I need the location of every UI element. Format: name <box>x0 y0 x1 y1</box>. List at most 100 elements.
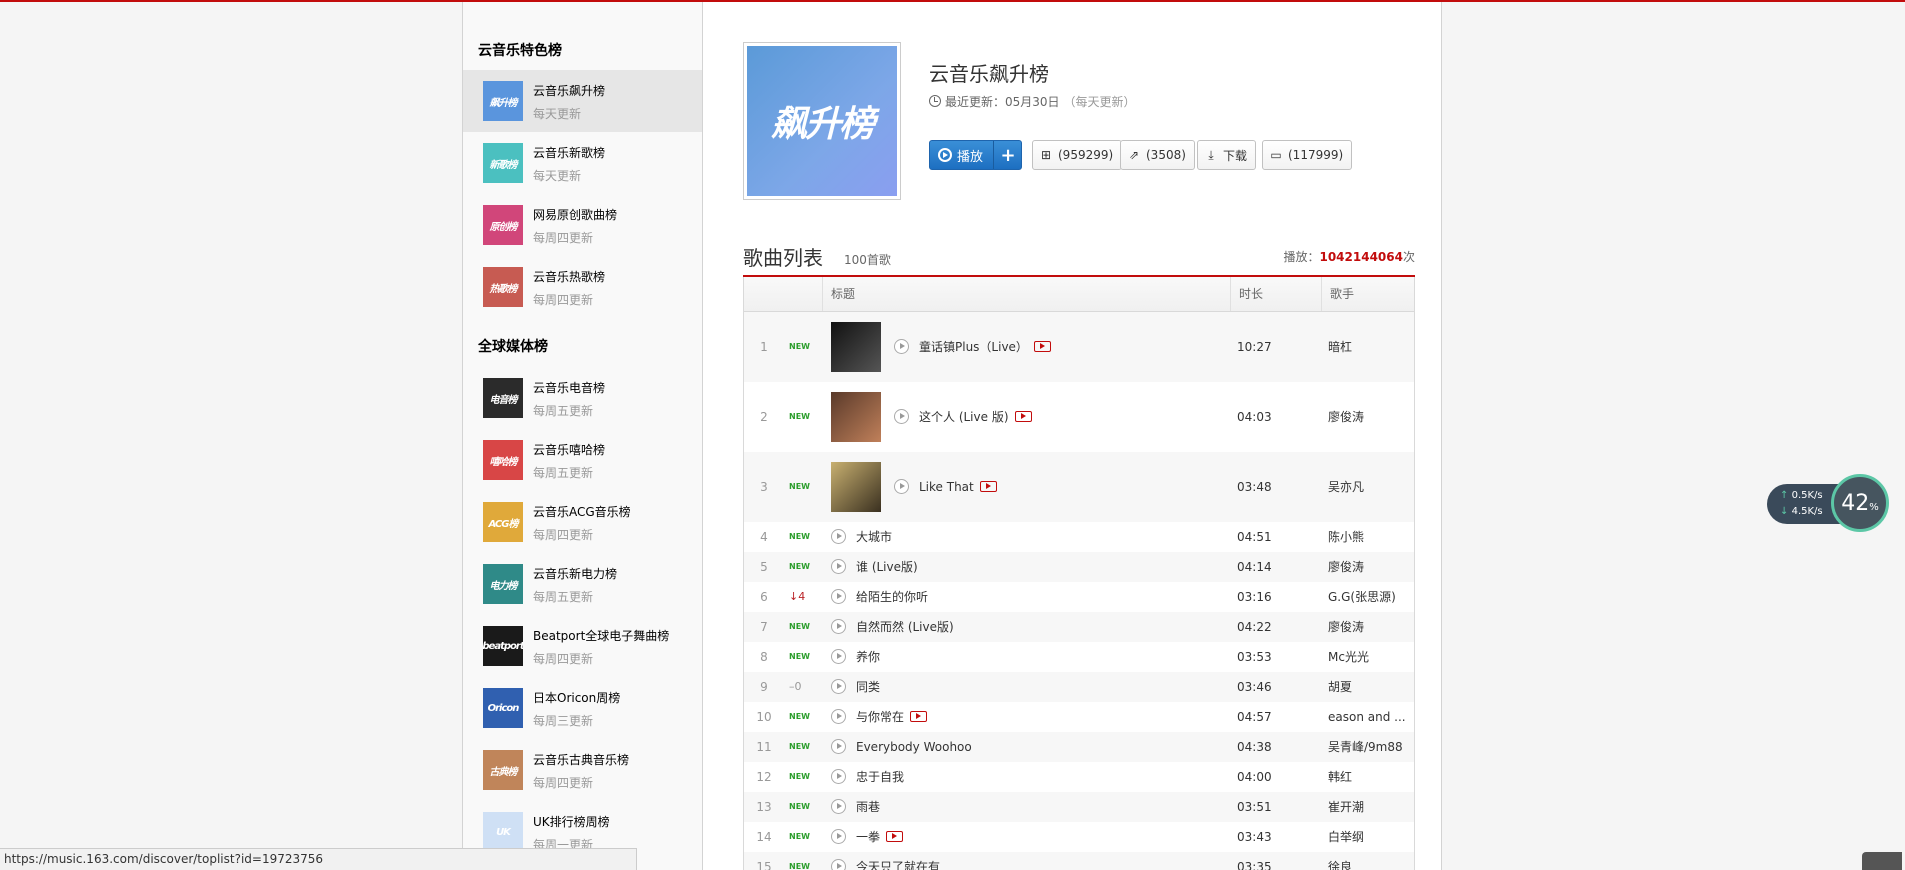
mv-icon[interactable] <box>979 481 997 492</box>
folder-add-icon: ⊞ <box>1040 148 1052 162</box>
play-song-icon[interactable] <box>831 529 846 544</box>
table-row[interactable]: 6 ↓4 给陌生的你听 03:16 G.G(张思源) <box>744 582 1414 612</box>
song-title[interactable]: 今天只了就在有 <box>856 852 940 870</box>
song-singer[interactable]: 暗杠 <box>1328 312 1408 382</box>
song-singer[interactable]: eason and ... <box>1328 702 1408 732</box>
song-title[interactable]: 同类 <box>856 672 880 702</box>
album-art[interactable] <box>831 322 881 372</box>
song-singer[interactable]: 胡夏 <box>1328 672 1408 702</box>
song-singer[interactable]: 陈小熊 <box>1328 522 1408 552</box>
play-song-icon[interactable] <box>831 679 846 694</box>
song-title[interactable]: 自然而然 (Live版) <box>856 612 954 642</box>
sidebar-item-8[interactable]: beatport Beatport全球电子舞曲榜 每周四更新 <box>463 615 702 677</box>
song-title[interactable]: 大城市 <box>856 522 892 552</box>
song-singer[interactable]: G.G(张思源) <box>1328 582 1408 612</box>
song-singer[interactable]: 吴亦凡 <box>1328 452 1408 522</box>
song-title[interactable]: 与你常在 <box>856 702 928 732</box>
collect-button[interactable]: ⊞ (959299) <box>1032 140 1123 170</box>
corner-widget[interactable] <box>1862 852 1902 870</box>
rank-number: 11 <box>756 740 772 754</box>
updated-date: 最近更新：05月30日 <box>945 95 1060 109</box>
play-button[interactable]: 播放 <box>938 141 983 169</box>
play-song-icon[interactable] <box>831 619 846 634</box>
song-duration: 03:53 <box>1237 650 1272 664</box>
rank-trend: NEW <box>789 622 810 631</box>
col-singer: 歌手 <box>1321 277 1414 311</box>
song-list-title: 歌曲列表 <box>743 246 823 270</box>
add-to-queue-button[interactable]: + <box>994 141 1022 169</box>
mv-icon[interactable] <box>1033 341 1051 352</box>
song-title[interactable]: Like That <box>919 452 997 522</box>
sidebar-item-1[interactable]: 新歌榜 云音乐新歌榜 每天更新 <box>463 132 702 194</box>
sidebar-item-10[interactable]: 古典榜 云音乐古典音乐榜 每周四更新 <box>463 739 702 801</box>
play-song-icon[interactable] <box>831 859 846 870</box>
album-art[interactable] <box>831 392 881 442</box>
table-row[interactable]: 10 NEW 与你常在 04:57 eason and ... <box>744 702 1414 732</box>
download-button[interactable]: ⤓ 下载 <box>1197 140 1257 170</box>
table-row[interactable]: 3 NEW Like That 03:48 吴亦凡 <box>744 452 1414 522</box>
sidebar-item-5[interactable]: 嘻哈榜 云音乐嘻哈榜 每周五更新 <box>463 429 702 491</box>
chart-name: Beatport全球电子舞曲榜 <box>533 629 670 643</box>
play-song-icon[interactable] <box>894 409 909 424</box>
song-title[interactable]: Everybody Woohoo <box>856 732 972 762</box>
play-song-icon[interactable] <box>894 479 909 494</box>
mv-icon[interactable] <box>1014 411 1032 422</box>
table-row[interactable]: 7 NEW 自然而然 (Live版) 04:22 廖俊涛 <box>744 612 1414 642</box>
song-singer[interactable]: 廖俊涛 <box>1328 552 1408 582</box>
song-singer[interactable]: Mc光光 <box>1328 642 1408 672</box>
sidebar-item-2[interactable]: 原创榜 网易原创歌曲榜 每周四更新 <box>463 194 702 256</box>
sidebar-item-6[interactable]: ACG榜 云音乐ACG音乐榜 每周四更新 <box>463 491 702 553</box>
song-title[interactable]: 童话镇Plus（Live） <box>919 312 1051 382</box>
network-speed-widget[interactable]: ↑ 0.5K/s ↓ 4.5K/s 42% <box>1767 474 1889 532</box>
sidebar-item-3[interactable]: 热歌榜 云音乐热歌榜 每周四更新 <box>463 256 702 318</box>
mv-icon[interactable] <box>910 711 928 722</box>
song-title[interactable]: 养你 <box>856 642 880 672</box>
play-song-icon[interactable] <box>831 829 846 844</box>
table-row[interactable]: 4 NEW 大城市 04:51 陈小熊 <box>744 522 1414 552</box>
song-singer[interactable]: 白举纲 <box>1328 822 1408 852</box>
play-song-icon[interactable] <box>831 649 846 664</box>
sidebar-item-4[interactable]: 电音榜 云音乐电音榜 每周五更新 <box>463 367 702 429</box>
sidebar-item-7[interactable]: 电力榜 云音乐新电力榜 每周五更新 <box>463 553 702 615</box>
sidebar-item-0[interactable]: 飙升榜 云音乐飙升榜 每天更新 <box>463 70 702 132</box>
song-singer[interactable]: 崔开潮 <box>1328 792 1408 822</box>
song-title[interactable]: 忠于自我 <box>856 762 904 792</box>
chart-thumb: 热歌榜 <box>483 267 523 307</box>
play-song-icon[interactable] <box>831 769 846 784</box>
song-title[interactable]: 雨巷 <box>856 792 880 822</box>
song-title[interactable]: 这个人 (Live 版) <box>919 382 1032 452</box>
table-row[interactable]: 1 NEW 童话镇Plus（Live） 10:27 暗杠 <box>744 312 1414 382</box>
play-song-icon[interactable] <box>894 339 909 354</box>
song-duration: 04:00 <box>1237 770 1272 784</box>
share-button[interactable]: ⇗ (3508) <box>1120 140 1195 170</box>
table-row[interactable]: 13 NEW 雨巷 03:51 崔开潮 <box>744 792 1414 822</box>
table-row[interactable]: 15 NEW 今天只了就在有 03:35 徐良 <box>744 852 1414 870</box>
song-singer[interactable]: 廖俊涛 <box>1328 612 1408 642</box>
album-art[interactable] <box>831 462 881 512</box>
song-title[interactable]: 给陌生的你听 <box>856 582 928 612</box>
song-singer[interactable]: 吴青峰/9m88 <box>1328 732 1408 762</box>
song-singer[interactable]: 徐良 <box>1328 852 1408 870</box>
play-song-icon[interactable] <box>831 589 846 604</box>
table-row[interactable]: 8 NEW 养你 03:53 Mc光光 <box>744 642 1414 672</box>
table-row[interactable]: 2 NEW 这个人 (Live 版) 04:03 廖俊涛 <box>744 382 1414 452</box>
song-singer[interactable]: 廖俊涛 <box>1328 382 1408 452</box>
play-song-icon[interactable] <box>831 709 846 724</box>
song-title[interactable]: 谁 (Live版) <box>856 552 918 582</box>
mv-icon[interactable] <box>886 831 904 842</box>
play-song-icon[interactable] <box>831 559 846 574</box>
sidebar-item-9[interactable]: Oricon 日本Oricon周榜 每周三更新 <box>463 677 702 739</box>
chart-update: 每周三更新 <box>533 714 594 728</box>
song-title[interactable]: 一拳 <box>856 822 904 852</box>
table-row[interactable]: 5 NEW 谁 (Live版) 04:14 廖俊涛 <box>744 552 1414 582</box>
comment-button[interactable]: ▭ (117999) <box>1262 140 1353 170</box>
play-song-icon[interactable] <box>831 799 846 814</box>
table-row[interactable]: 12 NEW 忠于自我 04:00 韩红 <box>744 762 1414 792</box>
song-singer[interactable]: 韩红 <box>1328 762 1408 792</box>
chart-update: 每周四更新 <box>533 652 594 666</box>
song-duration: 03:46 <box>1237 680 1272 694</box>
table-row[interactable]: 11 NEW Everybody Woohoo 04:38 吴青峰/9m88 <box>744 732 1414 762</box>
play-song-icon[interactable] <box>831 739 846 754</box>
table-row[interactable]: 14 NEW 一拳 03:43 白举纲 <box>744 822 1414 852</box>
table-row[interactable]: 9 –0 同类 03:46 胡夏 <box>744 672 1414 702</box>
